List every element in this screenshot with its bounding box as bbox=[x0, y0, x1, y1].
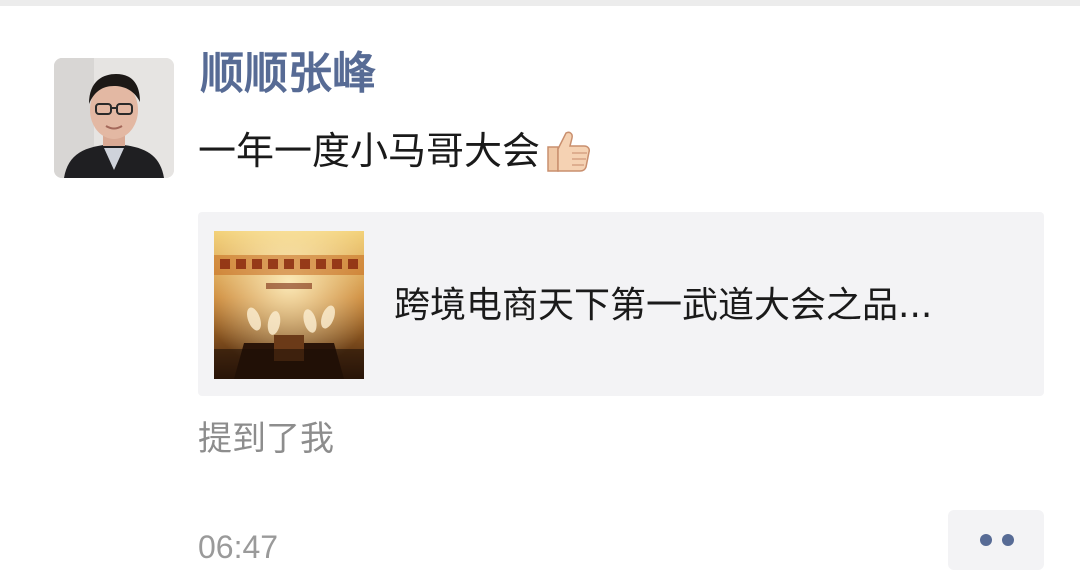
ellipsis-dot bbox=[1002, 534, 1014, 546]
author-name[interactable]: 顺顺张峰 bbox=[200, 44, 376, 104]
avatar-photo bbox=[54, 58, 174, 178]
link-title: 跨境电商天下第一武道大会之品... bbox=[394, 285, 933, 326]
ellipsis-dot bbox=[980, 534, 992, 546]
post-message: 一年一度小马哥大会 bbox=[198, 129, 541, 173]
more-actions-button[interactable] bbox=[948, 510, 1044, 570]
mention-label: 提到了我 bbox=[198, 419, 334, 459]
shared-link-card[interactable]: 跨境电商天下第一武道大会之品... bbox=[198, 212, 1044, 396]
thumbs-up-icon bbox=[542, 125, 594, 177]
avatar[interactable] bbox=[54, 58, 174, 178]
event-banner-image bbox=[214, 231, 364, 379]
link-thumbnail bbox=[214, 231, 364, 379]
moments-post: 顺顺张峰 一年一度小马哥大会 跨境电商天下第一武道大会之品... 提到了我 06… bbox=[0, 0, 1080, 585]
post-time: 06:47 bbox=[198, 529, 279, 565]
post-text: 一年一度小马哥大会 bbox=[198, 122, 594, 180]
